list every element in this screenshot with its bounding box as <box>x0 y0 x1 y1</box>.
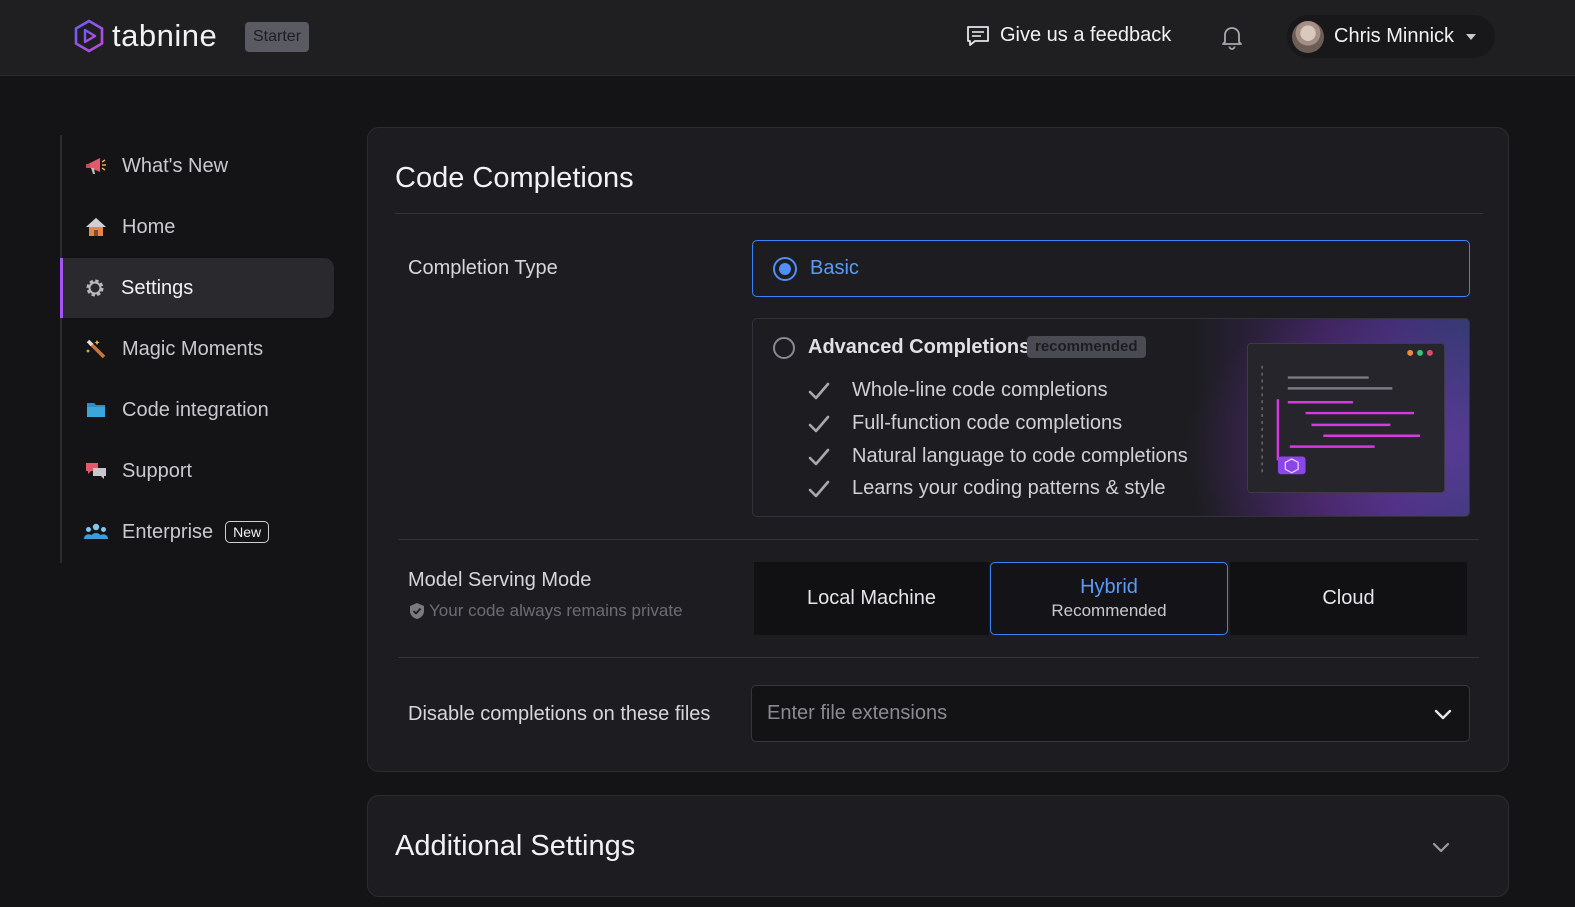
sidebar-item-code-integration[interactable]: Code integration <box>62 380 336 440</box>
feature-item: Learns your coding patterns & style <box>808 477 1166 500</box>
sidebar-item-magic-moments[interactable]: Magic Moments <box>62 319 336 379</box>
advanced-label: Advanced Completions <box>808 336 1031 358</box>
sidebar-item-label: Magic Moments <box>122 337 264 360</box>
chat-bubbles-icon <box>84 459 108 483</box>
code-editor-illustration <box>1247 343 1445 493</box>
checkmark-icon <box>808 480 830 497</box>
sidebar-item-label: Settings <box>121 276 194 299</box>
divider <box>398 539 1479 540</box>
top-bar: tabnine Starter Give us a feedback Chris… <box>0 0 1575 76</box>
checkmark-icon <box>808 382 830 399</box>
sidebar-item-label: Code integration <box>122 398 269 421</box>
basic-completion-option[interactable]: Basic <box>752 240 1470 297</box>
new-badge: New <box>225 521 270 543</box>
brand-logo[interactable]: tabnine <box>74 18 217 54</box>
sidebar-item-home[interactable]: Home <box>62 197 336 257</box>
serving-option-label: Hybrid <box>1080 576 1138 598</box>
feature-label: Learns your coding patterns & style <box>852 477 1166 499</box>
serving-option-label: Local Machine <box>807 587 936 609</box>
serving-option-label: Cloud <box>1322 587 1375 609</box>
brand-name: tabnine <box>112 18 218 53</box>
feature-label: Natural language to code completions <box>852 445 1188 467</box>
section-title: Code Completions <box>395 162 634 194</box>
file-extensions-placeholder: Enter file extensions <box>767 702 948 724</box>
sidebar-item-support[interactable]: Support <box>62 441 336 501</box>
basic-label: Basic <box>810 257 859 279</box>
feature-item: Full-function code completions <box>808 412 1122 435</box>
completion-type-label: Completion Type <box>408 257 558 279</box>
plan-badge: Starter <box>245 22 310 52</box>
feedback-label: Give us a feedback <box>1000 24 1172 46</box>
user-name: Chris Minnick <box>1334 25 1455 47</box>
model-serving-sublabel: Your code always remains private <box>409 601 683 621</box>
sidebar-item-settings[interactable]: Settings <box>60 258 334 318</box>
section-title: Additional Settings <box>395 830 636 862</box>
serving-option-sublabel: Recommended <box>1051 601 1167 620</box>
disable-files-label: Disable completions on these files <box>408 703 711 725</box>
team-icon <box>84 520 108 544</box>
megaphone-icon <box>84 154 108 178</box>
recommended-badge: recommended <box>1027 336 1146 358</box>
checkmark-icon <box>808 415 830 432</box>
code-completions-card: Code Completions Completion Type Basic A… <box>367 127 1509 772</box>
serving-option-local[interactable]: Local Machine <box>754 562 989 635</box>
chevron-down-icon[interactable] <box>1433 704 1453 724</box>
tabnine-logo-icon <box>74 19 104 53</box>
radio-selected-icon[interactable] <box>773 256 797 281</box>
divider <box>395 213 1483 214</box>
sidebar: What's New Home Settings Magic Moments C… <box>60 135 336 563</box>
feedback-button[interactable]: Give us a feedback <box>966 24 1171 47</box>
bell-icon[interactable] <box>1218 23 1246 51</box>
serving-option-cloud[interactable]: Cloud <box>1230 562 1467 635</box>
feature-item: Whole-line code completions <box>808 379 1108 402</box>
gear-icon <box>83 276 107 300</box>
feature-label: Whole-line code completions <box>852 379 1108 401</box>
radio-unselected-icon[interactable] <box>773 337 795 359</box>
feedback-icon <box>967 25 989 46</box>
feature-label: Full-function code completions <box>852 412 1123 434</box>
chevron-down-icon <box>1466 33 1477 40</box>
feature-item: Natural language to code completions <box>808 445 1188 468</box>
folder-icon <box>84 398 108 422</box>
additional-settings-card[interactable]: Additional Settings <box>367 795 1509 897</box>
home-icon <box>84 215 108 239</box>
model-serving-label: Model Serving Mode <box>408 569 592 591</box>
avatar <box>1292 20 1324 53</box>
file-extensions-select[interactable]: Enter file extensions <box>751 685 1470 742</box>
checkmark-icon <box>808 448 830 465</box>
sidebar-item-whats-new[interactable]: What's New <box>62 136 336 196</box>
sidebar-item-label: What's New <box>122 154 229 177</box>
user-menu[interactable]: Chris Minnick <box>1287 15 1495 58</box>
privacy-note: Your code always remains private <box>429 601 683 620</box>
sidebar-item-label: Enterprise <box>122 520 214 543</box>
sidebar-item-label: Support <box>122 459 193 482</box>
chevron-down-icon[interactable] <box>1429 835 1453 859</box>
shield-check-icon <box>410 603 424 619</box>
advanced-completion-option[interactable]: Advanced Completions recommended Whole-l… <box>752 318 1470 517</box>
sidebar-item-enterprise[interactable]: Enterprise New <box>62 502 336 562</box>
sidebar-item-label: Home <box>122 215 176 238</box>
divider <box>398 657 1479 658</box>
magic-wand-icon <box>84 337 108 361</box>
serving-option-hybrid[interactable]: Hybrid Recommended <box>990 562 1228 635</box>
